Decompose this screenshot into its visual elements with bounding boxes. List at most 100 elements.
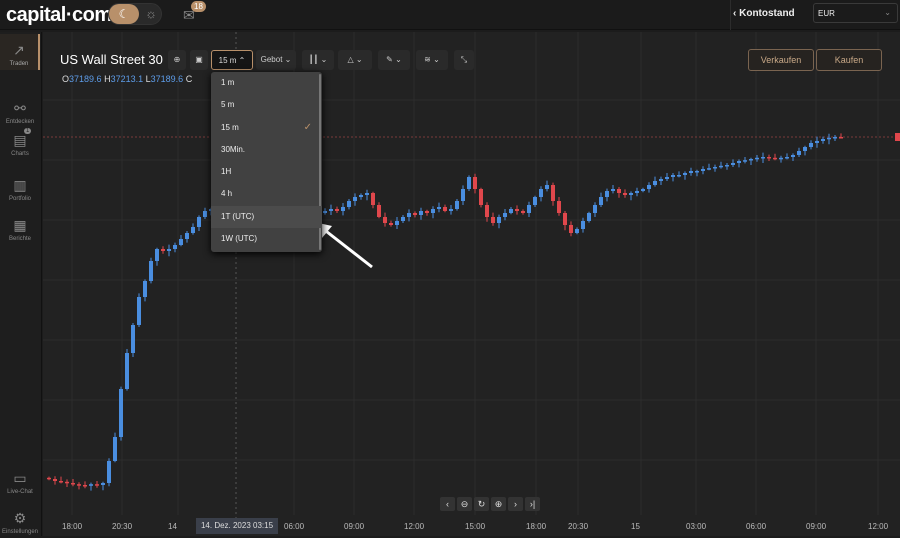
price-type-value: Gebot [260,55,283,64]
candle-body [449,209,453,211]
instrument-title: US Wall Street 30 [60,52,163,67]
pointer-arrow [321,226,373,269]
candle-body [125,353,129,389]
candle-body [95,484,99,486]
time-axis-label: 20:30 [112,522,133,531]
candle-body [203,211,207,217]
candle-body [809,143,813,147]
chart-display-button[interactable]: ▣ [190,50,208,70]
candle-body [707,168,711,170]
candle-body [761,157,765,159]
time-axis-label: 03:00 [686,522,707,531]
candle-body [191,227,195,233]
timeframe-select[interactable]: 15 m ⌃ [211,50,253,70]
candle-body [431,209,435,213]
candle-body [377,205,381,217]
scroll-to-end-icon[interactable]: ›| [525,497,540,511]
candle-body [599,197,603,205]
candle-body [395,221,399,225]
time-axis-label: 06:00 [746,522,767,531]
time-axis-label: 09:00 [806,522,827,531]
price-type-select[interactable]: Gebot ⌄ [256,50,296,70]
time-axis-label: 06:00 [284,522,305,531]
candle-body [653,181,657,185]
candle-body [461,189,465,201]
zoom-out-icon[interactable]: ⊖ [457,497,472,511]
candle-body [635,191,639,193]
candle-body [155,249,159,261]
candle-body [587,213,591,221]
candle-body [803,147,807,151]
chevron-up-icon: ⌃ [238,56,246,65]
candle-body [833,137,837,139]
fullscreen-exit-button[interactable]: ⤡ [454,50,474,70]
time-axis-label: 15 [631,522,640,531]
layers-icon: ≋ [424,55,431,64]
zoom-in-icon[interactable]: ⊕ [491,497,506,511]
candle-body [749,159,753,161]
candle-body [83,485,87,487]
candle-body [149,261,153,281]
timeframe-option[interactable]: 1H [211,161,322,183]
candle-body [173,245,177,249]
candle-body [539,189,543,197]
candle-body [671,175,675,177]
collapse-icon: ⤡ [460,55,468,64]
candle-body [185,233,189,239]
candle-body [323,211,327,213]
pencil-button[interactable]: ✎ ⌄ [378,50,410,70]
check-icon: ✓ [303,121,312,133]
candle-body [119,389,123,437]
scroll-left-icon[interactable]: ‹ [440,497,455,511]
candle-body [605,191,609,197]
candle-body [767,157,771,159]
timeframe-option[interactable]: 15 m ✓ [211,117,322,139]
candle-body [143,281,147,297]
candle-body [821,139,825,141]
candle-body [413,213,417,215]
candle-body [455,201,459,209]
candle-body [719,165,723,168]
candle-body [347,201,351,207]
time-axis-label: 14 [168,522,177,531]
candle-body [77,484,81,486]
timeframe-option[interactable]: 4 h [211,183,322,205]
candle-body [479,189,483,205]
drawing-tools-button[interactable]: △ ⌄ [338,50,372,70]
candle-body [839,137,843,139]
timeframe-option[interactable]: 1T (UTC) [211,205,322,229]
timeframe-option[interactable]: 1 m [211,72,322,94]
candle-body [335,209,339,211]
sell-button[interactable]: Verkaufen [748,49,814,71]
candle-body [743,160,747,162]
candle-body [593,205,597,213]
candle-body [827,137,831,140]
ohlc-readout: O37189.6 H37213.1 L37189.6 C [62,74,193,84]
candle-body [113,437,117,461]
option-label: 1 m [221,78,235,87]
add-indicator-button[interactable]: ⊕ [168,50,186,70]
timeframe-option[interactable]: 5 m [211,94,322,116]
candle-body [509,209,513,213]
candle-body [359,195,363,197]
timeframe-option[interactable]: 1W (UTC) [211,228,322,250]
candle-body [629,193,633,195]
time-axis-label: 15:00 [465,522,486,531]
crosshair-time-label: 14. Dez. 2023 03:15 [196,518,278,534]
layers-button[interactable]: ≋ ⌄ [416,50,448,70]
buy-button[interactable]: Kaufen [816,49,882,71]
candle-body [617,189,621,193]
candle-body [641,189,645,191]
timeframe-option[interactable]: 30Min. [211,139,322,161]
scroll-right-icon[interactable]: › [508,497,523,511]
candle-body [467,177,471,189]
option-label: 5 m [221,100,235,110]
chart-type-button[interactable]: ┃┃ ⌄ [302,50,334,70]
reset-icon[interactable]: ↻ [474,497,489,511]
price-marker [895,133,900,141]
candle-body [515,209,519,211]
candle-body [389,223,393,225]
time-axis-label: 12:00 [868,522,889,531]
candle-body [137,297,141,325]
candle-body [659,179,663,181]
